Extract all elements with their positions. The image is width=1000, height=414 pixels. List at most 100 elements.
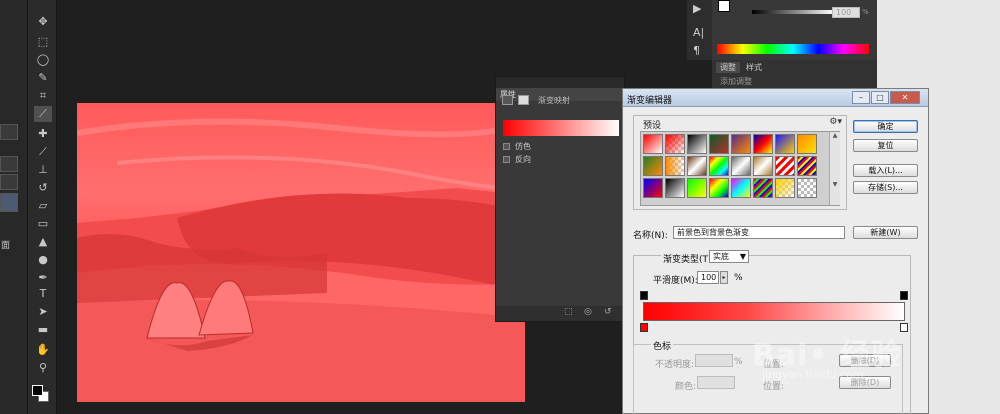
reverse-checkbox[interactable]: 反向	[503, 154, 531, 165]
preset-swatch[interactable]	[643, 156, 663, 176]
character-icon[interactable]: A|	[693, 26, 704, 39]
smoothness-stepper-icon[interactable]: ▸	[720, 271, 728, 284]
opacity-value[interactable]: 100	[832, 7, 860, 18]
move-icon[interactable]: ✥	[34, 14, 52, 30]
preset-swatch[interactable]	[709, 156, 729, 176]
layer-dropdown[interactable]	[0, 156, 18, 172]
eyedropper-icon[interactable]: ⟋	[34, 106, 52, 122]
color-spectrum[interactable]	[717, 44, 869, 54]
preset-swatch[interactable]	[731, 134, 751, 154]
save-button[interactable]: 存储(S)...	[853, 181, 918, 194]
opacity-label: 不透明度:	[655, 360, 695, 370]
history-brush-icon[interactable]: ↺	[34, 180, 52, 196]
preset-swatch[interactable]	[687, 134, 707, 154]
preset-swatch[interactable]	[797, 156, 817, 176]
stop-opacity-field[interactable]	[695, 354, 733, 367]
clip-icon[interactable]: ⬚	[564, 307, 573, 317]
smoothness-percent: %	[734, 273, 743, 283]
color-stop-left[interactable]	[640, 323, 648, 332]
minimize-icon[interactable]: –	[852, 91, 870, 104]
preset-swatch[interactable]	[643, 134, 663, 154]
preset-swatch[interactable]	[753, 178, 773, 198]
properties-panel: 属性 渐变映射 仿色 反向 ⬚ ◎ ↺	[495, 76, 625, 322]
document-canvas[interactable]	[77, 103, 525, 402]
mask-icon[interactable]	[517, 95, 529, 105]
eraser-icon[interactable]: ▱	[34, 198, 52, 214]
preset-swatch[interactable]	[775, 134, 795, 154]
foreground-color-swatch[interactable]	[32, 385, 43, 396]
preset-swatch[interactable]	[709, 134, 729, 154]
visibility-icon[interactable]: ◎	[584, 307, 592, 317]
zoom-icon[interactable]: ⚲	[34, 360, 52, 376]
opacity-slider[interactable]	[752, 10, 834, 14]
preset-swatch[interactable]	[731, 156, 751, 176]
dialog-titlebar[interactable]: 渐变编辑器 – □ ✕	[623, 89, 928, 107]
name-field[interactable]: 前景色到背景色渐变	[673, 226, 845, 239]
close-icon[interactable]: ✕	[890, 91, 920, 104]
preset-swatch[interactable]	[709, 178, 729, 198]
type-icon[interactable]: T	[34, 286, 52, 302]
gradient-icon[interactable]: ▭	[34, 216, 52, 232]
crop-icon[interactable]: ⌗	[34, 88, 52, 104]
gradient-editor-dialog: 渐变编辑器 – □ ✕ 预设 ⚙▾ ▲ ▼ 确定 复位 载入(L)... 存储(…	[622, 88, 929, 414]
stamp-icon[interactable]: ⊥	[34, 162, 52, 178]
brush-icon[interactable]: ⟋	[34, 144, 52, 160]
tab-styles[interactable]: 样式	[742, 62, 766, 73]
layer-dropdown-2[interactable]	[0, 174, 18, 190]
hand-icon[interactable]: ✋	[34, 342, 52, 358]
add-adjustment-label: 添加调整	[720, 77, 752, 86]
load-button[interactable]: 载入(L)...	[853, 164, 918, 177]
opacity-stop-left[interactable]	[640, 291, 648, 300]
panel-collapse-bar[interactable]	[496, 77, 624, 88]
quick-select-icon[interactable]: ✎	[34, 70, 52, 86]
new-button[interactable]: 新建(W)	[853, 226, 918, 239]
selected-layer[interactable]	[0, 193, 18, 212]
maximize-icon[interactable]: □	[871, 91, 889, 104]
layer-thumb[interactable]	[0, 124, 18, 140]
shape-icon[interactable]: ▬	[34, 322, 52, 338]
preset-swatch[interactable]	[797, 178, 817, 198]
gradient-type-value: 实底	[713, 252, 729, 261]
left-panel-strip: 面	[0, 0, 27, 414]
preset-swatch[interactable]	[753, 134, 773, 154]
preset-swatch[interactable]	[775, 178, 795, 198]
presets-scrollbar[interactable]: ▲ ▼	[829, 132, 840, 205]
preset-swatch[interactable]	[665, 134, 685, 154]
pen-icon[interactable]: ✒	[34, 270, 52, 286]
stop-color-swatch[interactable]	[697, 376, 735, 389]
preset-swatch[interactable]	[753, 156, 773, 176]
gear-icon[interactable]: ⚙▾	[829, 117, 842, 127]
dither-checkbox[interactable]: 仿色	[503, 141, 531, 152]
paragraph-icon[interactable]: ¶	[693, 44, 700, 57]
ok-button[interactable]: 确定	[853, 120, 918, 133]
reset-button[interactable]: 复位	[853, 139, 918, 152]
opacity-delete-button[interactable]: 删除(D)	[839, 354, 891, 367]
lasso-icon[interactable]: ◯	[34, 52, 52, 68]
preset-swatch[interactable]	[665, 156, 685, 176]
color-stop-right[interactable]	[900, 323, 908, 332]
gradient-type-select[interactable]: 实底 ▼	[709, 250, 749, 263]
preset-swatch[interactable]	[687, 156, 707, 176]
preset-swatch[interactable]	[687, 178, 707, 198]
properties-footer: ⬚ ◎ ↺	[496, 306, 624, 321]
path-select-icon[interactable]: ➤	[34, 304, 52, 320]
preset-swatch[interactable]	[797, 134, 817, 154]
smoothness-field[interactable]: 100	[697, 271, 719, 284]
color-delete-button[interactable]: 删除(D)	[839, 376, 891, 389]
preset-swatch[interactable]	[775, 156, 795, 176]
preset-swatch[interactable]	[665, 178, 685, 198]
play-icon[interactable]: ▶	[693, 2, 701, 15]
panel-color-swatch[interactable]	[718, 0, 730, 12]
preset-swatch[interactable]	[731, 178, 751, 198]
marquee-icon[interactable]: ⬚	[34, 34, 52, 50]
gradient-map-preview[interactable]	[503, 120, 619, 136]
blur-icon[interactable]: ▲	[34, 234, 52, 250]
dodge-icon[interactable]: ●	[34, 252, 52, 268]
tab-adjustments[interactable]: 调整	[716, 62, 740, 73]
reset-icon[interactable]: ↺	[604, 307, 612, 317]
gradient-bar[interactable]	[643, 302, 905, 321]
healing-icon[interactable]: ✚	[34, 126, 52, 142]
opacity-stop-right[interactable]	[900, 291, 908, 300]
adjustment-icon[interactable]	[502, 95, 513, 105]
preset-swatch[interactable]	[643, 178, 663, 198]
